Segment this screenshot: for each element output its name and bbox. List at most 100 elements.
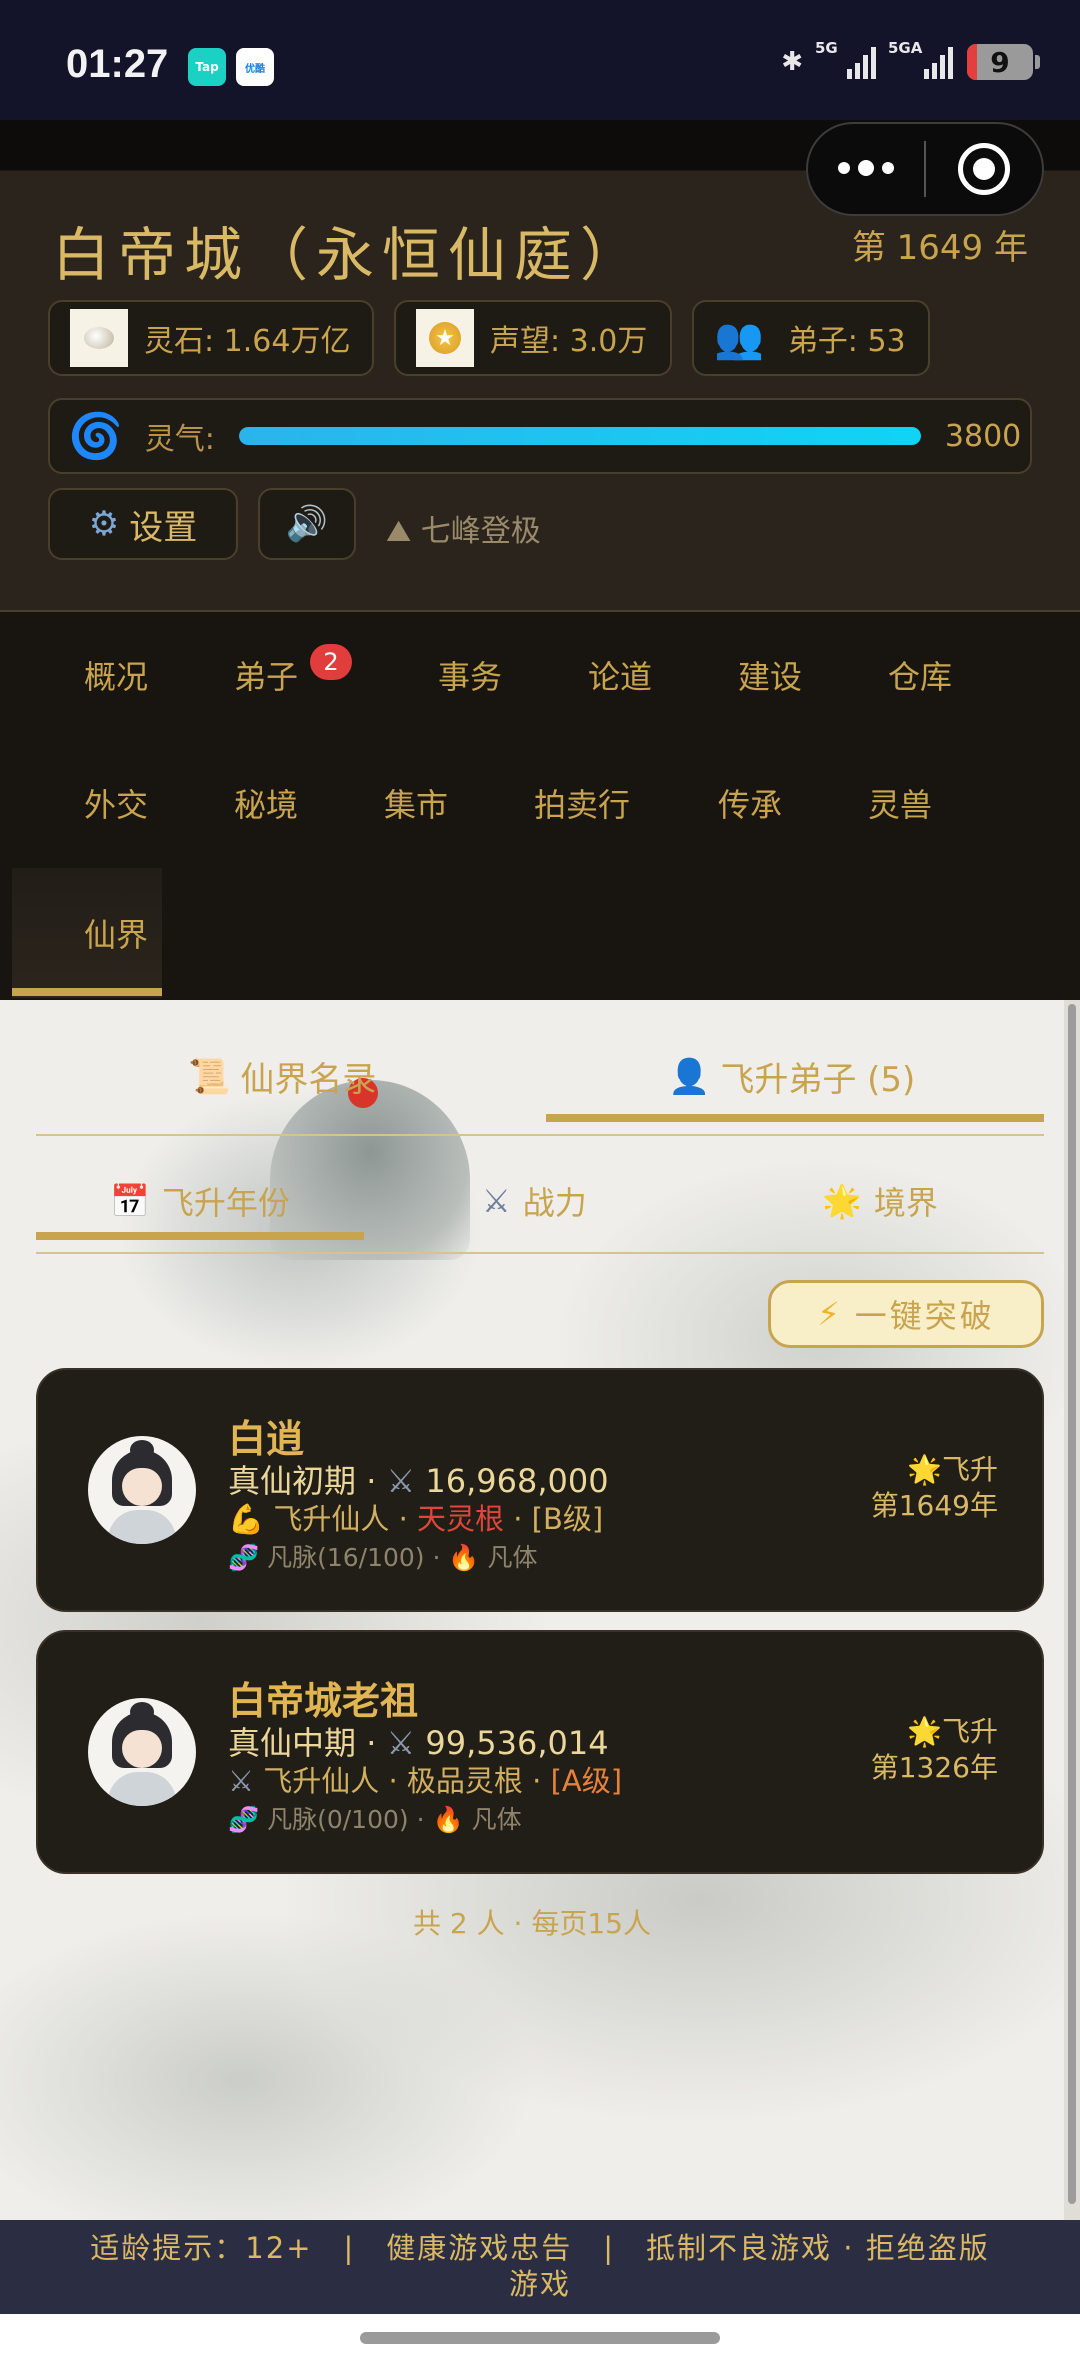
qi-progress-fill — [238, 427, 921, 445]
fire-icon: 🔥 — [448, 1543, 480, 1572]
qi-bar: 🌀 灵气: 3800 — [48, 398, 1032, 474]
disciple-card[interactable]: 白逍 真仙初期 · ⚔ 16,968,000 💪 飞升仙人 · 天灵根 · [B… — [36, 1368, 1044, 1612]
sort-ascension-year-label: 飞升年份 — [161, 1184, 290, 1222]
nav-immortal-realm[interactable]: 仙界 — [84, 910, 148, 956]
disciple-grade: [B级] — [531, 1502, 604, 1536]
taptap-app-icon: Tap — [188, 48, 226, 86]
ascension-label: 飞升 — [941, 1715, 998, 1748]
nav-build[interactable]: 建设 — [738, 652, 802, 698]
swords-icon: ⚔ — [386, 1724, 416, 1762]
content-scrollbar[interactable] — [1064, 1000, 1080, 2220]
sound-button[interactable]: 🔊 — [258, 488, 356, 560]
avatar — [88, 1436, 196, 1544]
sort-realm[interactable]: 🌟 境界 — [822, 1178, 938, 1224]
disciple-realm: 真仙中期 — [228, 1724, 357, 1762]
peak-text: 七峰登极 — [420, 514, 541, 549]
disciples-chip: 👥 弟子: 53 — [692, 300, 930, 376]
speaker-icon: 🔊 — [285, 504, 329, 544]
reputation-icon: ★ — [416, 309, 474, 367]
home-indicator[interactable] — [360, 2332, 720, 2344]
sort-ascension-year[interactable]: 📅 飞升年份 — [110, 1178, 290, 1224]
calendar-icon: 📅 — [110, 1182, 150, 1220]
signal-icon: 5G — [815, 39, 876, 79]
mini-program-capsule — [806, 122, 1044, 216]
tab-immortal-roster[interactable]: 📜 仙界名录 — [188, 1052, 376, 1101]
person-icon: 👤 — [668, 1056, 711, 1097]
tab-immortal-roster-label: 仙界名录 — [240, 1060, 377, 1100]
nav-warehouse[interactable]: 仓库 — [888, 652, 952, 698]
more-icon[interactable] — [808, 160, 924, 176]
tab-ascended-disciples-label: 飞升弟子 (5) — [720, 1060, 916, 1100]
nav-debate[interactable]: 论道 — [588, 652, 652, 698]
disciple-vein: 凡脉(16/100) — [267, 1543, 425, 1572]
ascension-year: 第1649年 — [870, 1489, 998, 1522]
sort-power-label: 战力 — [522, 1184, 587, 1222]
disciple-root: 天灵根 — [417, 1502, 505, 1536]
spirit-stone-icon — [70, 309, 128, 367]
home-indicator-bar — [0, 2314, 1080, 2362]
qi-value: 3800 — [944, 418, 1022, 454]
settings-label: 设置 — [129, 507, 198, 548]
status-time: 01:27 — [66, 42, 169, 86]
disciples-badge: 2 — [310, 644, 352, 680]
ascension-info: 🌟飞升 第1326年 — [871, 1714, 998, 1786]
gear-icon: ⚙ — [88, 504, 120, 544]
disciple-title: 飞升仙人 — [273, 1502, 390, 1536]
status-icons: ✱ 5G 5GA 9 — [781, 39, 1040, 80]
scroll-icon: 📜 — [188, 1056, 231, 1097]
disciple-traits: ⚔ 飞升仙人 · 极品灵根 · [A级] — [228, 1764, 623, 1798]
signal-icon-2: 5GA — [888, 39, 953, 79]
sort-power[interactable]: ⚔ 战力 — [482, 1178, 587, 1224]
swords-icon: ⚔ — [228, 1764, 254, 1798]
spirit-stone-value: 灵石: 1.64万亿 — [144, 324, 351, 359]
tab-divider — [36, 1134, 1044, 1136]
nav-diplomacy[interactable]: 外交 — [84, 780, 148, 826]
people-icon: 👥 — [714, 315, 764, 362]
spirit-stone-chip: 灵石: 1.64万亿 — [48, 300, 374, 376]
ascension-label: 飞升 — [941, 1453, 998, 1486]
tab-ascended-disciples[interactable]: 👤 飞升弟子 (5) — [668, 1052, 915, 1101]
nav-overview[interactable]: 概况 — [84, 652, 148, 698]
qi-label: 灵气: — [144, 422, 215, 457]
nav-market[interactable]: 集市 — [384, 780, 448, 826]
health-notice: 适龄提示：12+ | 健康游戏忠告 | 抵制不良游戏 · 拒绝盗版 游戏 — [0, 2220, 1080, 2314]
nav-spirit-beast[interactable]: 灵兽 — [868, 780, 932, 826]
nav-inheritance[interactable]: 传承 — [718, 780, 782, 826]
nav-auction[interactable]: 拍卖行 — [534, 780, 630, 826]
reputation-chip: ★ 声望: 3.0万 — [394, 300, 672, 376]
disciple-name: 白帝城老祖 — [228, 1679, 419, 1723]
sort-divider — [36, 1252, 1044, 1254]
pagination-info: 共 2 人 · 每页15人 — [413, 1907, 651, 1940]
disciple-title: 飞升仙人 — [263, 1764, 380, 1798]
settings-button[interactable]: ⚙ 设置 — [48, 488, 238, 560]
secondary-tab-indicator — [36, 1232, 364, 1240]
avatar — [88, 1698, 196, 1806]
muscle-icon: 💪 — [228, 1502, 265, 1536]
one-click-breakthrough-button[interactable]: ⚡ 一键突破 — [768, 1280, 1044, 1348]
breakthrough-label: 一键突破 — [854, 1297, 995, 1335]
disciple-realm: 真仙初期 — [228, 1462, 357, 1500]
bluetooth-icon: ✱ — [781, 47, 803, 77]
sort-realm-label: 境界 — [873, 1184, 938, 1222]
status-bar: 01:27 Tap 优酷 ✱ 5G 5GA 9 — [0, 0, 1080, 120]
disciple-physique: 🧬 凡脉(16/100) · 🔥 凡体 — [228, 1543, 538, 1572]
health-notice-line1: 适龄提示：12+ | 健康游戏忠告 | 抵制不良游戏 · 拒绝盗版 — [90, 2231, 990, 2265]
nav-disciples[interactable]: 弟子 — [234, 652, 298, 698]
disciple-power: 99,536,014 — [425, 1724, 609, 1762]
nav-affairs[interactable]: 事务 — [438, 652, 502, 698]
disciple-body: 凡体 — [487, 1543, 538, 1572]
lightning-icon: ⚡ — [817, 1295, 843, 1333]
nav-secret-realm[interactable]: 秘境 — [234, 780, 298, 826]
star-icon: 🌟 — [822, 1182, 862, 1220]
dna-icon: 🧬 — [228, 1805, 260, 1834]
health-notice-line2: 游戏 — [508, 2267, 571, 2301]
swords-icon: ⚔ — [482, 1182, 511, 1220]
battery-icon: 9 — [967, 44, 1033, 80]
disciple-card[interactable]: 白帝城老祖 真仙中期 · ⚔ 99,536,014 ⚔ 飞升仙人 · 极品灵根 … — [36, 1630, 1044, 1874]
close-target-icon[interactable] — [926, 143, 1042, 195]
current-year: 第 1649 年 — [851, 228, 1028, 268]
network-label: 5G — [815, 39, 838, 57]
peak-title: ⛰ 七峰登极 — [386, 506, 541, 550]
swirl-icon: 🌀 — [68, 411, 123, 462]
ascension-year: 第1326年 — [870, 1751, 998, 1784]
